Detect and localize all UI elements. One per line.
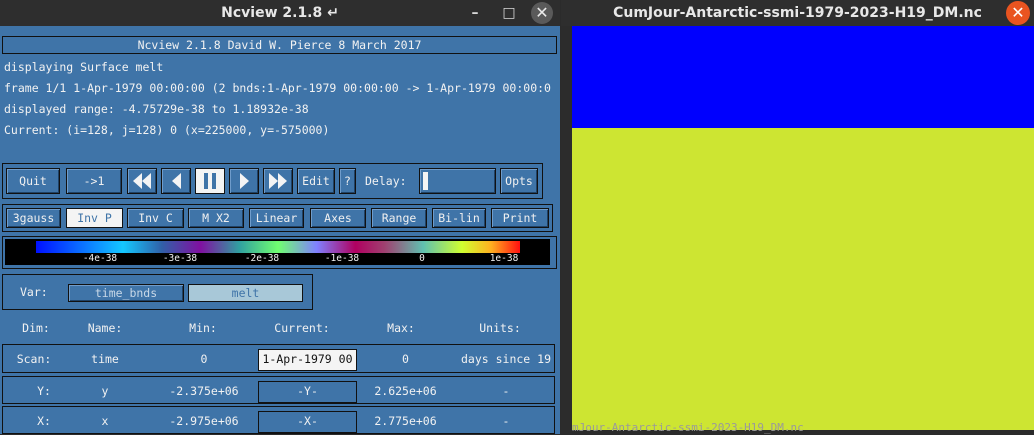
- var-label: Var:: [20, 285, 48, 299]
- step-forward-icon: [239, 173, 249, 189]
- pause-button[interactable]: [195, 168, 225, 194]
- colorbar-label: 0: [419, 253, 425, 264]
- current-y-button[interactable]: -Y-: [258, 381, 357, 403]
- image-window-titlebar[interactable]: CumJour-Antarctic-ssmi-1979-2023-H19_DM.…: [561, 0, 1034, 26]
- colorbar-gradient: [36, 241, 520, 253]
- option-inv-p[interactable]: Inv P: [66, 208, 123, 228]
- dim-cell: X:: [37, 414, 51, 428]
- max-cell: 0: [402, 352, 409, 366]
- opts-button[interactable]: Opts: [500, 168, 538, 194]
- rewind-icon: [133, 173, 151, 189]
- colorbar[interactable]: -4e-38 -3e-38 -2e-38 -1e-38 0 1e-38: [5, 239, 550, 265]
- units-cell: -: [502, 384, 510, 398]
- current-x-button[interactable]: -X-: [258, 411, 357, 433]
- minimize-icon[interactable]: –: [465, 0, 485, 26]
- table-row: Scan: time 0 1-Apr-1979 00 0 days since …: [2, 344, 555, 373]
- pause-icon: [202, 173, 218, 189]
- max-cell: 2.625e+06: [374, 384, 437, 398]
- max-cell: 2.775e+06: [374, 414, 437, 428]
- dim-cell: Scan:: [16, 352, 52, 366]
- step-back-icon: [171, 173, 181, 189]
- name-cell: y: [101, 384, 109, 398]
- delay-slider-thumb[interactable]: [423, 172, 428, 190]
- option-bi-lin[interactable]: Bi-lin: [432, 208, 486, 228]
- background-terminal-text: mJour-Antarctic-ssmi-2023-H19_DM.nc: [572, 422, 804, 434]
- option-m-x2[interactable]: M X2: [188, 208, 244, 228]
- ncview-window: Ncview 2.1.8 ↵ – □ ✕ Ncview 2.1.8 David …: [0, 0, 560, 434]
- option-range[interactable]: Range: [371, 208, 427, 228]
- maximize-icon[interactable]: □: [499, 0, 519, 26]
- colorbar-label: -2e-38: [244, 253, 280, 264]
- units-cell: days since 19: [460, 352, 551, 366]
- image-window: CumJour-Antarctic-ssmi-1979-2023-H19_DM.…: [561, 0, 1034, 434]
- option-print[interactable]: Print: [491, 208, 549, 228]
- displaying-label: displaying Surface melt: [4, 60, 164, 74]
- rewind-button[interactable]: [127, 168, 157, 194]
- min-header: Min:: [189, 321, 217, 335]
- plot-region-ocean[interactable]: [572, 26, 1034, 128]
- delay-label: Delay:: [365, 174, 407, 188]
- name-cell: x: [101, 414, 109, 428]
- jump-to-first-button[interactable]: ->1: [66, 168, 122, 194]
- option-3gauss[interactable]: 3gauss: [6, 208, 61, 228]
- name-cell: time: [91, 352, 119, 366]
- table-row: Y: y -2.375e+06 -Y- 2.625e+06 -: [2, 376, 555, 404]
- units-header: Units:: [479, 321, 521, 335]
- current-time-field[interactable]: 1-Apr-1979 00: [258, 349, 357, 371]
- table-row: X: x -2.975e+06 -X- 2.775e+06 -: [2, 406, 555, 434]
- help-button[interactable]: ?: [339, 168, 356, 194]
- edit-button[interactable]: Edit: [297, 168, 335, 194]
- delay-slider[interactable]: [419, 168, 496, 194]
- background-terminal-strip: [561, 26, 572, 434]
- colorbar-label: -3e-38: [162, 253, 198, 264]
- fast-forward-icon: [269, 173, 287, 189]
- var-melt[interactable]: melt: [188, 284, 303, 302]
- version-banner: Ncview 2.1.8 David W. Pierce 8 March 201…: [2, 36, 557, 54]
- colorbar-label: -4e-38: [82, 253, 118, 264]
- fast-forward-button[interactable]: [263, 168, 293, 194]
- close-icon[interactable]: ✕: [1006, 1, 1030, 25]
- close-icon[interactable]: ✕: [531, 2, 553, 24]
- min-cell: -2.975e+06: [169, 414, 239, 428]
- plot-region-melt[interactable]: [572, 128, 1034, 430]
- option-axes[interactable]: Axes: [310, 208, 366, 228]
- ncview-titlebar[interactable]: Ncview 2.1.8 ↵ – □ ✕: [0, 0, 560, 26]
- var-time-bnds[interactable]: time_bnds: [68, 284, 184, 302]
- step-forward-button[interactable]: [229, 168, 259, 194]
- option-linear[interactable]: Linear: [249, 208, 304, 228]
- frame-info: frame 1/1 1-Apr-1979 00:00:00 (2 bnds:1-…: [4, 81, 551, 95]
- dim-cell: Y:: [37, 384, 51, 398]
- name-header: Name:: [87, 321, 123, 335]
- quit-button[interactable]: Quit: [6, 168, 60, 194]
- displayed-range: displayed range: -4.75729e-38 to 1.18932…: [4, 102, 309, 116]
- image-window-title: CumJour-Antarctic-ssmi-1979-2023-H19_DM.…: [613, 5, 982, 21]
- colorbar-label: 1e-38: [489, 253, 519, 264]
- min-cell: 0: [200, 352, 208, 366]
- current-header: Current:: [274, 321, 330, 335]
- option-inv-c[interactable]: Inv C: [127, 208, 184, 228]
- current-position: Current: (i=128, j=128) 0 (x=225000, y=-…: [4, 123, 330, 137]
- max-header: Max:: [387, 321, 415, 335]
- step-back-button[interactable]: [161, 168, 191, 194]
- min-cell: -2.375e+06: [169, 384, 239, 398]
- colorbar-label: -1e-38: [324, 253, 360, 264]
- units-cell: -: [502, 414, 510, 428]
- dim-header: Dim:: [22, 321, 50, 335]
